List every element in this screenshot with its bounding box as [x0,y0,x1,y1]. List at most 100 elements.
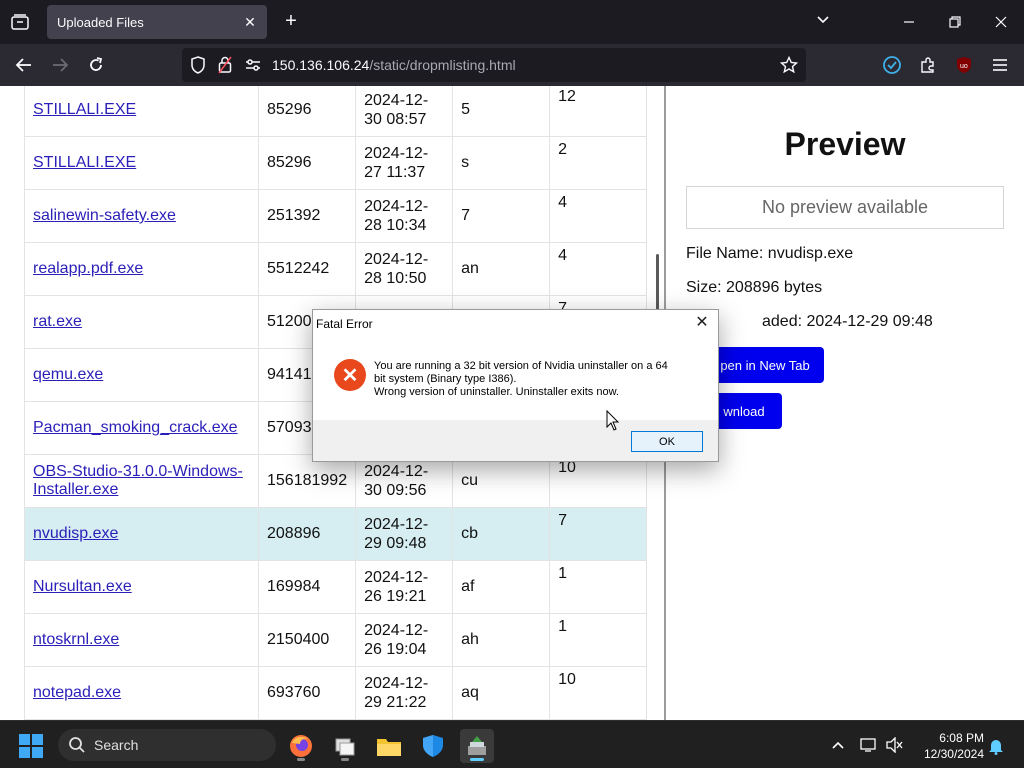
file-size-cell: 251392 [257,189,357,243]
file-size-cell: 2150400 [257,613,357,667]
file-code-cell: s [452,136,551,190]
table-row[interactable]: nvudisp.exe 208896 2024-12- 29 09:48 cb 7 [24,507,648,561]
file-count-cell: 10 [549,454,648,508]
back-icon[interactable] [12,53,36,77]
file-size-info: Size: 208896 bytes [686,279,823,296]
taskbar-installer[interactable] [460,729,494,763]
file-date-cell: 2024-12- 30 09:56 [355,454,454,508]
open-in-new-tab-button[interactable]: pen in New Tab [706,347,824,383]
file-name-cell: Nursultan.exe [24,560,259,614]
uploaded-info: aded: 2024-12-29 09:48 [762,313,933,330]
taskbar-app-window[interactable] [328,729,362,763]
tab-uploaded-files[interactable]: Uploaded Files ✕ [47,5,267,39]
file-code-cell: ah [452,613,551,667]
table-row[interactable]: STILLALI.EXE 85296 2024-12- 30 08:57 5 12 [24,86,648,137]
extensions-puzzle-icon[interactable] [916,53,940,77]
date-line: 27 11:37 [364,164,426,181]
preview-title: Preview [784,126,906,162]
ublock-icon[interactable]: uo [952,53,976,77]
table-row[interactable]: ntoskrnl.exe 2150400 2024-12- 26 19:04 ah 1 [24,613,648,667]
file-link[interactable]: qemu.exe [33,366,103,384]
file-link[interactable]: ntoskrnl.exe [33,631,119,649]
bookmark-star-icon[interactable] [779,55,799,79]
date-line: 2024-12- [364,622,429,639]
file-count-cell: 12 [549,86,648,137]
open-in-new-tab-label: pen in New Tab [720,357,810,373]
checkmark-extension-icon[interactable] [880,53,904,77]
firefox-icon [290,735,312,757]
mouse-cursor-icon [606,409,620,432]
table-row[interactable]: OBS-Studio-31.0.0-Windows- Installer.exe 1… [24,454,648,508]
dialog-body: ✕ You are running a 32 bit version of Nv… [313,337,718,420]
url-text[interactable]: 150.136.106.24/static/dropmlisting.html [272,57,516,73]
file-link[interactable]: STILLALI.EXE [33,154,136,172]
network-icon[interactable] [860,737,878,758]
file-code-cell: cu [452,454,551,508]
table-row[interactable]: STILLALI.EXE 85296 2024-12- 27 11:37 s 2 [24,136,648,190]
file-size-cell: 693760 [257,666,357,720]
dialog-title: Fatal Error [316,317,373,331]
date-line: 2024-12- [364,145,429,162]
table-row[interactable]: salinewin-safety.exe 251392 2024-12- 28 10:… [24,189,648,243]
url-bar[interactable]: 150.136.106.24/static/dropmlisting.html [182,48,806,82]
file-size-cell: 208896 [257,507,357,561]
file-link[interactable]: notepad.exe [33,684,121,702]
permissions-icon[interactable] [244,57,262,78]
shield-icon[interactable] [190,56,206,79]
file-size-cell: 156181992 [257,454,357,508]
dialog-close-icon[interactable]: ✕ [692,313,712,333]
close-window-icon[interactable] [986,10,1016,34]
file-count-cell: 10 [549,666,648,720]
forward-icon[interactable] [48,53,72,77]
new-tab-icon[interactable]: + [280,10,302,32]
table-row[interactable]: realapp.pdf.exe 5512242 2024-12- 28 10:50 an… [24,242,648,296]
file-link[interactable]: nvudisp.exe [33,525,118,543]
table-row[interactable]: Nursultan.exe 169984 2024-12- 26 19:21 af 1 [24,560,648,614]
file-code-cell: 7 [452,189,551,243]
restore-icon[interactable] [940,10,970,34]
reload-icon[interactable] [84,53,108,77]
taskbar-security[interactable] [416,729,450,763]
clock-time[interactable]: 6:08 PM [914,731,984,745]
file-size-cell: 85296 [257,86,357,137]
file-date-cell: 2024-12- 29 09:48 [355,507,454,561]
file-link[interactable]: STILLALI.EXE [33,101,136,119]
preview-panel: Preview No preview available File Name: … [666,86,1024,720]
chevron-up-icon[interactable] [830,737,846,753]
taskbar-search[interactable]: Search [58,729,276,761]
file-count-cell: 1 [549,613,648,667]
notification-bell-icon[interactable] [988,737,1004,760]
hamburger-menu-icon[interactable] [988,53,1012,77]
volume-muted-icon[interactable] [886,736,904,758]
date-line: 28 10:50 [364,270,427,287]
file-count-cell: 2 [549,136,648,190]
file-link[interactable]: realapp.pdf.exe [33,260,143,278]
ok-button[interactable]: OK [631,431,703,452]
clock-date[interactable]: 12/30/2024 [914,747,984,761]
dialog-footer: OK [313,420,718,461]
file-link[interactable]: rat.exe [33,313,82,331]
dialog-titlebar[interactable]: Fatal Error ✕ [313,310,718,337]
chevron-down-icon[interactable] [815,12,835,32]
tab-list-icon[interactable] [6,8,34,36]
taskbar-firefox[interactable] [284,729,318,763]
file-size-cell: 169984 [257,560,357,614]
fatal-error-dialog: Fatal Error ✕ ✕ You are running a 32 bit… [312,309,719,462]
windows-start-icon[interactable] [18,733,44,759]
file-link[interactable]: OBS-Studio-31.0.0-Windows- Installer.exe [33,463,243,499]
lock-insecure-icon[interactable] [218,56,232,79]
tab-close-icon[interactable]: ✕ [241,13,259,31]
file-link[interactable]: salinewin-safety.exe [33,207,176,225]
table-row[interactable]: notepad.exe 693760 2024-12- 29 21:22 aq 10 [24,666,648,720]
app-window-icon [335,738,355,756]
file-link[interactable]: Nursultan.exe [33,578,132,596]
file-date-cell: 2024-12- 28 10:34 [355,189,454,243]
screen: Uploaded Files ✕ + 150.136.106.24/static… [0,0,1024,768]
file-link[interactable]: Pacman_smoking_crack.exe [33,419,238,437]
file-name-cell: salinewin-safety.exe [24,189,259,243]
minimize-icon[interactable] [894,10,924,34]
taskbar-file-explorer[interactable] [372,729,406,763]
file-code-cell: 5 [452,86,551,137]
date-line: 29 09:48 [364,535,427,552]
date-line: 2024-12- [364,463,429,480]
